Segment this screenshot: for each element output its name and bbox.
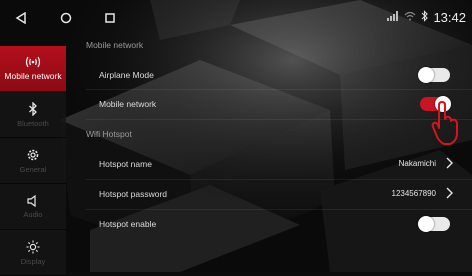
hotspot-name-label: Hotspot name xyxy=(99,159,152,169)
hotspot-enable-toggle[interactable] xyxy=(418,216,450,232)
antenna-icon xyxy=(25,56,41,68)
sidebar-item-label: Mobile network xyxy=(4,71,62,81)
wifi-icon xyxy=(404,11,416,23)
signal-4g-icon xyxy=(387,11,399,23)
airplane-mode-toggle[interactable] xyxy=(418,67,450,83)
clock: 13:42 xyxy=(433,9,466,25)
sidebar-item-label: Bluetooth xyxy=(17,118,49,128)
sidebar-item-display[interactable]: Display xyxy=(0,230,66,276)
divider xyxy=(86,89,472,90)
chevron-right-icon[interactable] xyxy=(444,157,454,169)
section-header-wifi-hotspot: Wifi Hotspot xyxy=(86,129,132,139)
bluetooth-icon xyxy=(28,101,38,116)
recent-apps-icon[interactable] xyxy=(100,8,120,28)
airplane-mode-label: Airplane Mode xyxy=(99,70,154,80)
bluetooth-small-icon xyxy=(421,9,429,25)
sidebar-item-mobile-network[interactable]: Mobile network xyxy=(0,46,66,92)
sidebar-item-bluetooth[interactable]: Bluetooth xyxy=(0,92,66,138)
mobile-network-label: Mobile network xyxy=(99,99,157,109)
divider xyxy=(86,209,472,210)
hotspot-enable-label: Hotspot enable xyxy=(99,219,157,229)
gear-icon xyxy=(26,148,40,162)
sidebar-item-label: Audio xyxy=(23,209,43,219)
status-bar: 13:42 xyxy=(0,0,472,34)
divider xyxy=(86,179,472,180)
settings-list: Mobile network Airplane Mode Mobile netw… xyxy=(66,34,472,272)
pointing-hand-icon xyxy=(431,101,458,145)
back-icon[interactable] xyxy=(11,8,31,28)
brightness-icon xyxy=(26,240,40,254)
hotspot-password-label: Hotspot password xyxy=(99,189,168,199)
sidebar-item-general[interactable]: General xyxy=(0,138,66,184)
sidebar-item-label: Display xyxy=(20,256,46,266)
sidebar: Mobile network Bluetooth General Audio D… xyxy=(0,34,66,276)
toggle-knob xyxy=(418,67,434,83)
sidebar-item-audio[interactable]: Audio xyxy=(0,184,66,230)
hotspot-name-value[interactable]: Nakamichi xyxy=(399,159,436,168)
toggle-knob xyxy=(418,216,434,232)
sidebar-item-label: General xyxy=(19,164,47,174)
hotspot-password-value[interactable]: 1234567890 xyxy=(392,189,437,198)
speaker-icon xyxy=(27,194,39,207)
divider xyxy=(86,119,472,120)
section-header-mobile-network: Mobile network xyxy=(86,40,144,50)
chevron-right-icon[interactable] xyxy=(444,187,454,199)
home-icon[interactable] xyxy=(56,8,76,28)
